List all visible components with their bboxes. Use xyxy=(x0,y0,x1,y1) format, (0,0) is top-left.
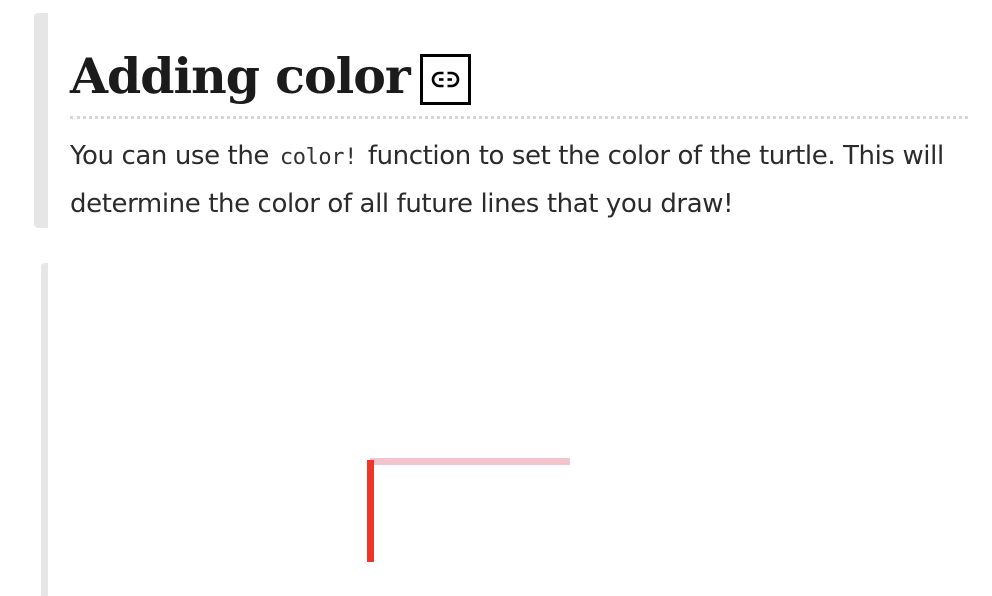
heading-divider xyxy=(70,116,968,119)
section-heading: Adding color xyxy=(70,47,411,105)
paragraph-text-start: You can use the xyxy=(70,141,277,171)
heading-row: Adding color xyxy=(70,40,970,112)
markdown-section: Adding color You can use the color! func… xyxy=(70,40,970,227)
page: Adding color You can use the color! func… xyxy=(0,0,992,596)
turtle-drawing xyxy=(367,458,570,562)
section-paragraph: You can use the color! function to set t… xyxy=(70,133,970,227)
section-left-bar xyxy=(34,13,48,228)
output-cell-bar xyxy=(41,263,48,596)
link-icon xyxy=(431,70,460,88)
inline-code: color! xyxy=(279,145,357,170)
turtle-canvas xyxy=(48,263,992,596)
heading-anchor-link[interactable] xyxy=(419,53,471,105)
